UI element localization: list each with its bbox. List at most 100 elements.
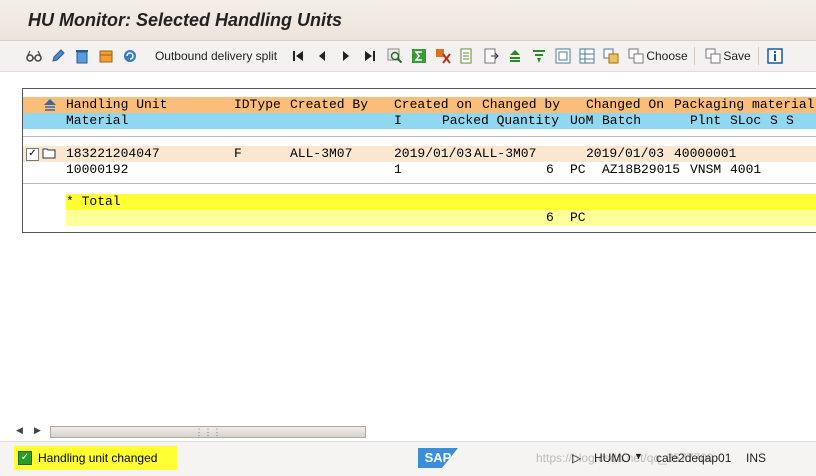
col-changed-by[interactable]: Changed by	[482, 97, 560, 113]
copy-icon	[603, 48, 619, 64]
row-select-checkbox[interactable]: ✓	[26, 148, 39, 161]
previous-icon	[314, 48, 330, 64]
layout-icon	[555, 48, 571, 64]
scroll-right-icon[interactable]: ▶	[34, 426, 41, 436]
info-button[interactable]	[766, 46, 784, 66]
sap-logo: SAP	[418, 448, 458, 468]
page-title: HU Monitor: Selected Handling Units	[28, 10, 343, 30]
layout-button[interactable]	[554, 46, 572, 66]
toolbar-separator	[694, 47, 695, 65]
magnifier-icon	[387, 48, 403, 64]
col-handling-unit[interactable]: Handling Unit	[66, 97, 167, 113]
cell-created-on: 2019/01/03	[394, 146, 473, 161]
subtotal-icon	[435, 48, 451, 64]
total-row: * Total	[66, 194, 816, 210]
box-icon	[98, 48, 114, 64]
print-preview-button[interactable]	[458, 46, 476, 66]
col-uom[interactable]: UoM	[570, 113, 593, 129]
cell-uom: PC	[570, 162, 586, 177]
success-check-icon: ✓	[18, 451, 32, 465]
filter-icon	[531, 48, 547, 64]
col-created-on[interactable]: Created on	[394, 97, 472, 113]
divider	[23, 183, 816, 184]
cell-changed-on: 2019/01/03	[586, 146, 665, 161]
sort-ascending-button[interactable]	[506, 46, 524, 66]
choose-label: Choose	[646, 49, 688, 63]
col-created-by[interactable]: Created By	[290, 97, 368, 113]
first-icon	[290, 48, 306, 64]
subtotal-button[interactable]	[434, 46, 452, 66]
grid-icon	[579, 48, 595, 64]
cell-plnt: VNSM	[690, 162, 722, 177]
application-toolbar: Outbound delivery split Choose Save	[0, 41, 816, 72]
save-layout-button[interactable]	[602, 46, 620, 66]
col-material[interactable]: Material	[66, 113, 128, 129]
choose-icon	[628, 48, 644, 64]
col-packaging-material[interactable]: Packaging material	[674, 97, 814, 113]
delete-button[interactable]	[72, 46, 92, 66]
dropdown-icon[interactable]: ▼	[634, 451, 643, 461]
next-icon	[338, 48, 354, 64]
edit-button[interactable]	[48, 46, 68, 66]
total-row: 6 PC	[66, 210, 816, 226]
transaction-code: HUMO	[594, 451, 631, 465]
status-message[interactable]: ✓ Handling unit changed	[14, 446, 178, 470]
find-button[interactable]	[386, 46, 404, 66]
cell-handling-unit[interactable]: 183221204047	[66, 146, 160, 162]
handling-units-list: Handling Unit IDType Created By Created …	[22, 88, 816, 233]
col-batch[interactable]: Batch	[602, 113, 641, 129]
total-label: * Total	[66, 194, 121, 209]
refresh-button[interactable]	[120, 46, 140, 66]
save-label: Save	[723, 49, 751, 63]
cell-packaging-material: 40000001	[674, 146, 737, 161]
choose-button[interactable]: Choose	[626, 46, 690, 66]
cell-batch: AZ18B29015	[602, 162, 681, 177]
refresh-icon	[122, 48, 138, 64]
status-message-text: Handling unit changed	[38, 451, 158, 465]
horizontal-scrollbar[interactable]: ◀ ▶ ⋮⋮⋮	[16, 424, 366, 440]
col-idtype[interactable]: IDType	[234, 97, 281, 113]
status-bar: ✓ Handling unit changed SAP https://blog…	[0, 441, 816, 476]
cell-item: 1	[394, 162, 402, 177]
sum-button[interactable]	[410, 46, 428, 66]
col-s1[interactable]: S	[770, 113, 778, 129]
table-row[interactable]: ✓ 183221204047 F ALL-3M07 2019/01/03 ALL…	[23, 146, 816, 162]
scroll-left-icon[interactable]: ◀	[16, 426, 23, 436]
server-name: cale2deqap01	[656, 451, 732, 465]
glasses-display-button[interactable]	[24, 46, 44, 66]
col-item[interactable]: I	[394, 113, 402, 129]
cell-changed-by: ALL-3M07	[474, 146, 537, 161]
outbound-delivery-split-button[interactable]: Outbound delivery split	[150, 46, 280, 66]
outbound-delivery-split-label: Outbound delivery split	[154, 49, 278, 63]
filter-button[interactable]	[530, 46, 548, 66]
cell-idtype: F	[234, 146, 242, 161]
table-row[interactable]: 10000192 1 6 PC AZ18B29015 VNSM 4001	[23, 162, 816, 178]
previous-page-button[interactable]	[314, 46, 330, 66]
col-s2[interactable]: S	[786, 113, 794, 129]
cell-packed-quantity: 6	[546, 162, 554, 177]
header-row-2: Material I Packed Quantity UoM Batch Pln…	[23, 113, 816, 129]
save-button[interactable]: Save	[702, 46, 754, 66]
trash-icon	[74, 48, 90, 64]
next-page-button[interactable]	[338, 46, 354, 66]
play-icon[interactable]: ▷	[572, 451, 581, 465]
col-changed-on[interactable]: Changed On	[586, 97, 664, 113]
cell-created-by: ALL-3M07	[290, 146, 353, 161]
glasses-icon	[26, 48, 42, 64]
info-icon	[767, 48, 783, 64]
select-layout-button[interactable]	[578, 46, 596, 66]
pack-button[interactable]	[96, 46, 116, 66]
col-packed-quantity[interactable]: Packed Quantity	[442, 113, 559, 129]
last-page-button[interactable]	[362, 46, 378, 66]
col-plnt[interactable]: Plnt	[690, 113, 721, 129]
total-uom: PC	[570, 210, 586, 225]
scrollbar-thumb[interactable]: ⋮⋮⋮	[50, 426, 366, 438]
input-mode: INS	[746, 451, 767, 465]
first-page-button[interactable]	[290, 46, 306, 66]
sigma-icon	[411, 48, 427, 64]
title-bar: HU Monitor: Selected Handling Units	[0, 0, 816, 41]
export-button[interactable]	[482, 46, 500, 66]
cell-material: 10000192	[66, 162, 129, 177]
divider	[23, 136, 816, 137]
col-sloc[interactable]: SLoc	[730, 113, 761, 129]
